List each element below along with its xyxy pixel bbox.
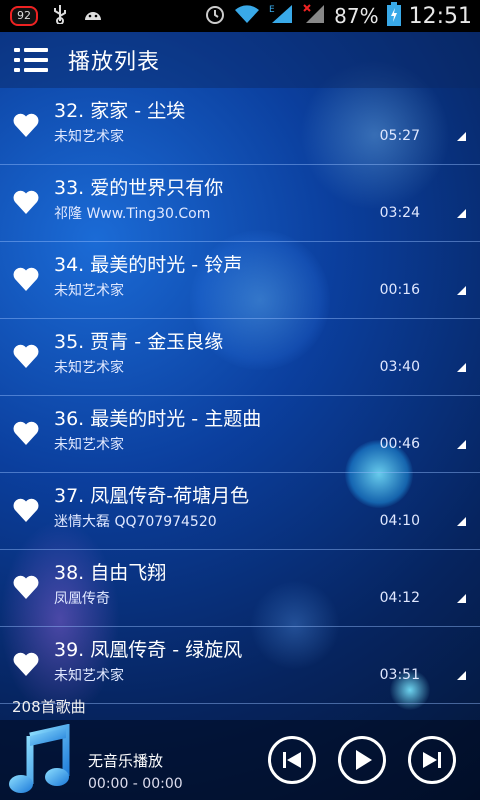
song-options-triangle-icon[interactable] (457, 671, 466, 680)
song-title: 38. 自由飞翔 (54, 562, 167, 584)
song-options-triangle-icon[interactable] (457, 363, 466, 372)
skip-next-icon (423, 752, 441, 768)
music-note-icon[interactable] (8, 723, 72, 796)
song-artist: 未知艺术家 (54, 668, 124, 684)
song-options-triangle-icon[interactable] (457, 286, 466, 295)
song-options-triangle-icon[interactable] (457, 517, 466, 526)
song-title: 34. 最美的时光 - 铃声 (54, 254, 243, 276)
song-row[interactable]: 35. 贾青 - 金玉良缘未知艺术家 03:40 (0, 319, 480, 396)
now-playing-time: 00:00 - 00:00 (88, 776, 183, 792)
favorite-heart-icon[interactable] (12, 189, 40, 215)
clock: 12:51 (408, 3, 472, 29)
song-duration: 04:12 (379, 590, 420, 606)
song-duration: 04:10 (379, 513, 420, 529)
play-button[interactable] (338, 736, 386, 784)
song-artist: 未知艺术家 (54, 437, 124, 453)
song-options-triangle-icon[interactable] (457, 594, 466, 603)
signal-no-sim-icon (302, 3, 326, 29)
battery-percent: 87% (334, 4, 379, 28)
favorite-heart-icon[interactable] (12, 420, 40, 446)
song-duration: 05:27 (379, 128, 420, 144)
usb-icon (52, 4, 68, 28)
song-list: 32. 家家 - 尘埃未知艺术家 05:27 33. 爱的世界只有你祁隆 Www.T… (0, 88, 480, 704)
alarm-icon (204, 3, 226, 29)
signal-e-icon: E (268, 3, 294, 29)
song-options-triangle-icon[interactable] (457, 209, 466, 218)
favorite-heart-icon[interactable] (12, 343, 40, 369)
wifi-icon (234, 4, 260, 28)
song-duration: 00:16 (379, 282, 420, 298)
song-duration: 03:51 (379, 667, 420, 683)
song-title: 35. 贾青 - 金玉良缘 (54, 331, 224, 353)
now-playing-title: 无音乐播放 (88, 752, 164, 770)
song-row[interactable]: 39. 凤凰传奇 - 绿旋风未知艺术家 03:51 (0, 627, 480, 704)
song-title: 32. 家家 - 尘埃 (54, 100, 186, 122)
song-row[interactable]: 33. 爱的世界只有你祁隆 Www.Ting30.Com 03:24 (0, 165, 480, 242)
song-row[interactable]: 38. 自由飞翔凤凰传奇 04:12 (0, 550, 480, 627)
song-artist: 祁隆 Www.Ting30.Com (54, 206, 211, 222)
play-icon (356, 750, 372, 770)
favorite-heart-icon[interactable] (12, 574, 40, 600)
favorite-heart-icon[interactable] (12, 266, 40, 292)
player-bar: 无音乐播放 00:00 - 00:00 (0, 720, 480, 800)
song-count: 208首歌曲 (12, 698, 86, 716)
song-options-triangle-icon[interactable] (457, 132, 466, 141)
song-title: 36. 最美的时光 - 主题曲 (54, 408, 262, 430)
previous-button[interactable] (268, 736, 316, 784)
song-title: 33. 爱的世界只有你 (54, 177, 224, 199)
song-duration: 03:40 (379, 359, 420, 375)
song-artist: 未知艺术家 (54, 129, 124, 145)
list-menu-icon[interactable] (14, 47, 48, 73)
notification-count-badge: 92 (10, 6, 38, 26)
favorite-heart-icon[interactable] (12, 112, 40, 138)
song-title: 37. 凤凰传奇-荷塘月色 (54, 485, 250, 507)
song-row[interactable]: 37. 凤凰传奇-荷塘月色迷情大磊 QQ707974520 04:10 (0, 473, 480, 550)
battery-charging-icon (386, 2, 401, 30)
song-duration: 03:24 (379, 205, 420, 221)
song-duration: 00:46 (379, 436, 420, 452)
song-row[interactable]: 36. 最美的时光 - 主题曲未知艺术家 00:46 (0, 396, 480, 473)
song-artist: 未知艺术家 (54, 283, 124, 299)
svg-text:E: E (269, 5, 275, 15)
status-bar: 92 E 87% 12:51 (0, 0, 480, 32)
song-title: 39. 凤凰传奇 - 绿旋风 (54, 639, 243, 661)
favorite-heart-icon[interactable] (12, 497, 40, 523)
android-icon (82, 6, 104, 26)
favorite-heart-icon[interactable] (12, 651, 40, 677)
song-options-triangle-icon[interactable] (457, 440, 466, 449)
skip-previous-icon (283, 752, 301, 768)
next-button[interactable] (408, 736, 456, 784)
song-artist: 未知艺术家 (54, 360, 124, 376)
page-title: 播放列表 (68, 50, 161, 75)
song-row[interactable]: 34. 最美的时光 - 铃声未知艺术家 00:16 (0, 242, 480, 319)
song-artist: 凤凰传奇 (54, 591, 110, 607)
song-row[interactable]: 32. 家家 - 尘埃未知艺术家 05:27 (0, 88, 480, 165)
song-artist: 迷情大磊 QQ707974520 (54, 514, 217, 530)
playlist-header: 播放列表 (0, 32, 480, 88)
